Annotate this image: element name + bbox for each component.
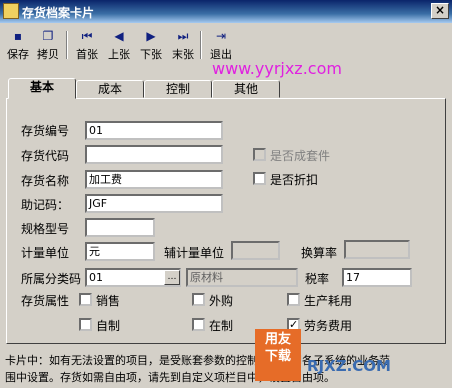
inventory-name-input[interactable]: 加工费	[85, 170, 223, 189]
inventory-alias-label: 存货代码	[21, 149, 70, 163]
unit-label: 计量单位	[21, 246, 70, 260]
tab-basic[interactable]: 基本	[8, 78, 76, 99]
tax-rate-input[interactable]: 17	[342, 268, 412, 287]
inventory-attribute-label: 存货属性	[21, 294, 70, 308]
aux-unit-label: 辅计量单位	[164, 246, 225, 260]
window-title: 存货档案卡片	[22, 6, 95, 20]
download-logo-text: RJXZ.COM	[307, 357, 391, 375]
tab-strip: 基本 成本 控制 其他	[6, 78, 446, 99]
inventory-code-label: 存货编号	[21, 124, 70, 138]
mnemonic-input[interactable]: JGF	[85, 194, 223, 213]
conversion-rate-input	[344, 240, 410, 259]
last-record-button[interactable]: ⏭ 末张	[168, 29, 198, 62]
floppy-icon: ▪	[13, 29, 23, 43]
toolbar: ▪ 保存 ❐ 拷贝 ⏮ 首张 ◀ 上张 ▶ 下张 ⏭ 末张 ⇥ 退出	[0, 25, 452, 63]
inventory-name-label: 存货名称	[21, 174, 70, 188]
previous-record-icon: ◀	[114, 29, 124, 43]
save-button[interactable]: ▪ 保存	[4, 29, 32, 62]
mnemonic-label: 助记码：	[21, 198, 70, 212]
first-record-button[interactable]: ⏮ 首张	[72, 29, 102, 62]
app-icon	[3, 3, 19, 19]
set-item-checkbox	[253, 148, 266, 161]
exit-button[interactable]: ⇥ 退出	[206, 29, 236, 62]
attr-in-process-checkbox[interactable]	[192, 318, 205, 331]
discount-checkbox[interactable]	[253, 172, 266, 185]
previous-record-button[interactable]: ◀ 上张	[104, 29, 134, 62]
attr-production-checkbox[interactable]	[287, 293, 300, 306]
toolbar-separator	[200, 31, 202, 59]
attr-self-made-label: 自制	[96, 319, 121, 333]
inventory-alias-input[interactable]	[85, 145, 223, 164]
toolbar-separator	[66, 31, 68, 59]
set-item-label: 是否成套件	[270, 149, 331, 163]
close-button[interactable]: ×	[431, 3, 449, 19]
first-record-icon: ⏮	[81, 29, 93, 43]
discount-label: 是否折扣	[270, 173, 319, 187]
unit-input[interactable]: 元	[85, 242, 155, 261]
tab-other[interactable]: 其他	[212, 80, 280, 98]
spec-model-input[interactable]	[85, 218, 155, 237]
last-record-icon: ⏭	[177, 29, 189, 43]
inventory-code-input[interactable]: 01	[85, 121, 223, 140]
attr-labor-label: 劳务费用	[304, 319, 353, 333]
attr-production-label: 生产耗用	[304, 294, 353, 308]
attr-sale-label: 销售	[96, 294, 121, 308]
conversion-rate-label: 换算率	[301, 246, 338, 260]
next-record-button[interactable]: ▶ 下张	[136, 29, 166, 62]
attr-self-made-checkbox[interactable]	[79, 318, 92, 331]
category-lookup-button[interactable]: …	[164, 270, 180, 285]
tab-cost[interactable]: 成本	[76, 80, 144, 98]
title-bar: 存货档案卡片 ×	[0, 0, 452, 23]
attr-in-process-label: 在制	[209, 319, 234, 333]
aux-unit-input	[231, 241, 280, 260]
watermark-url: www.yyrjxz.com	[212, 59, 342, 78]
tax-rate-label: 税率	[305, 272, 330, 286]
attr-sale-checkbox[interactable]	[79, 293, 92, 306]
attr-purchase-label: 外购	[209, 294, 234, 308]
next-record-icon: ▶	[146, 29, 156, 43]
spec-model-label: 规格型号	[21, 222, 70, 236]
copy-button[interactable]: ❐ 拷贝	[34, 29, 62, 62]
attr-purchase-checkbox[interactable]	[192, 293, 205, 306]
copy-icon: ❐	[42, 29, 54, 43]
exit-icon: ⇥	[215, 29, 227, 43]
category-code-label: 所属分类码	[21, 272, 82, 286]
tab-control[interactable]: 控制	[144, 80, 212, 98]
download-logo: 用友 下载	[255, 329, 301, 381]
category-name-display: 原材料	[186, 268, 298, 287]
